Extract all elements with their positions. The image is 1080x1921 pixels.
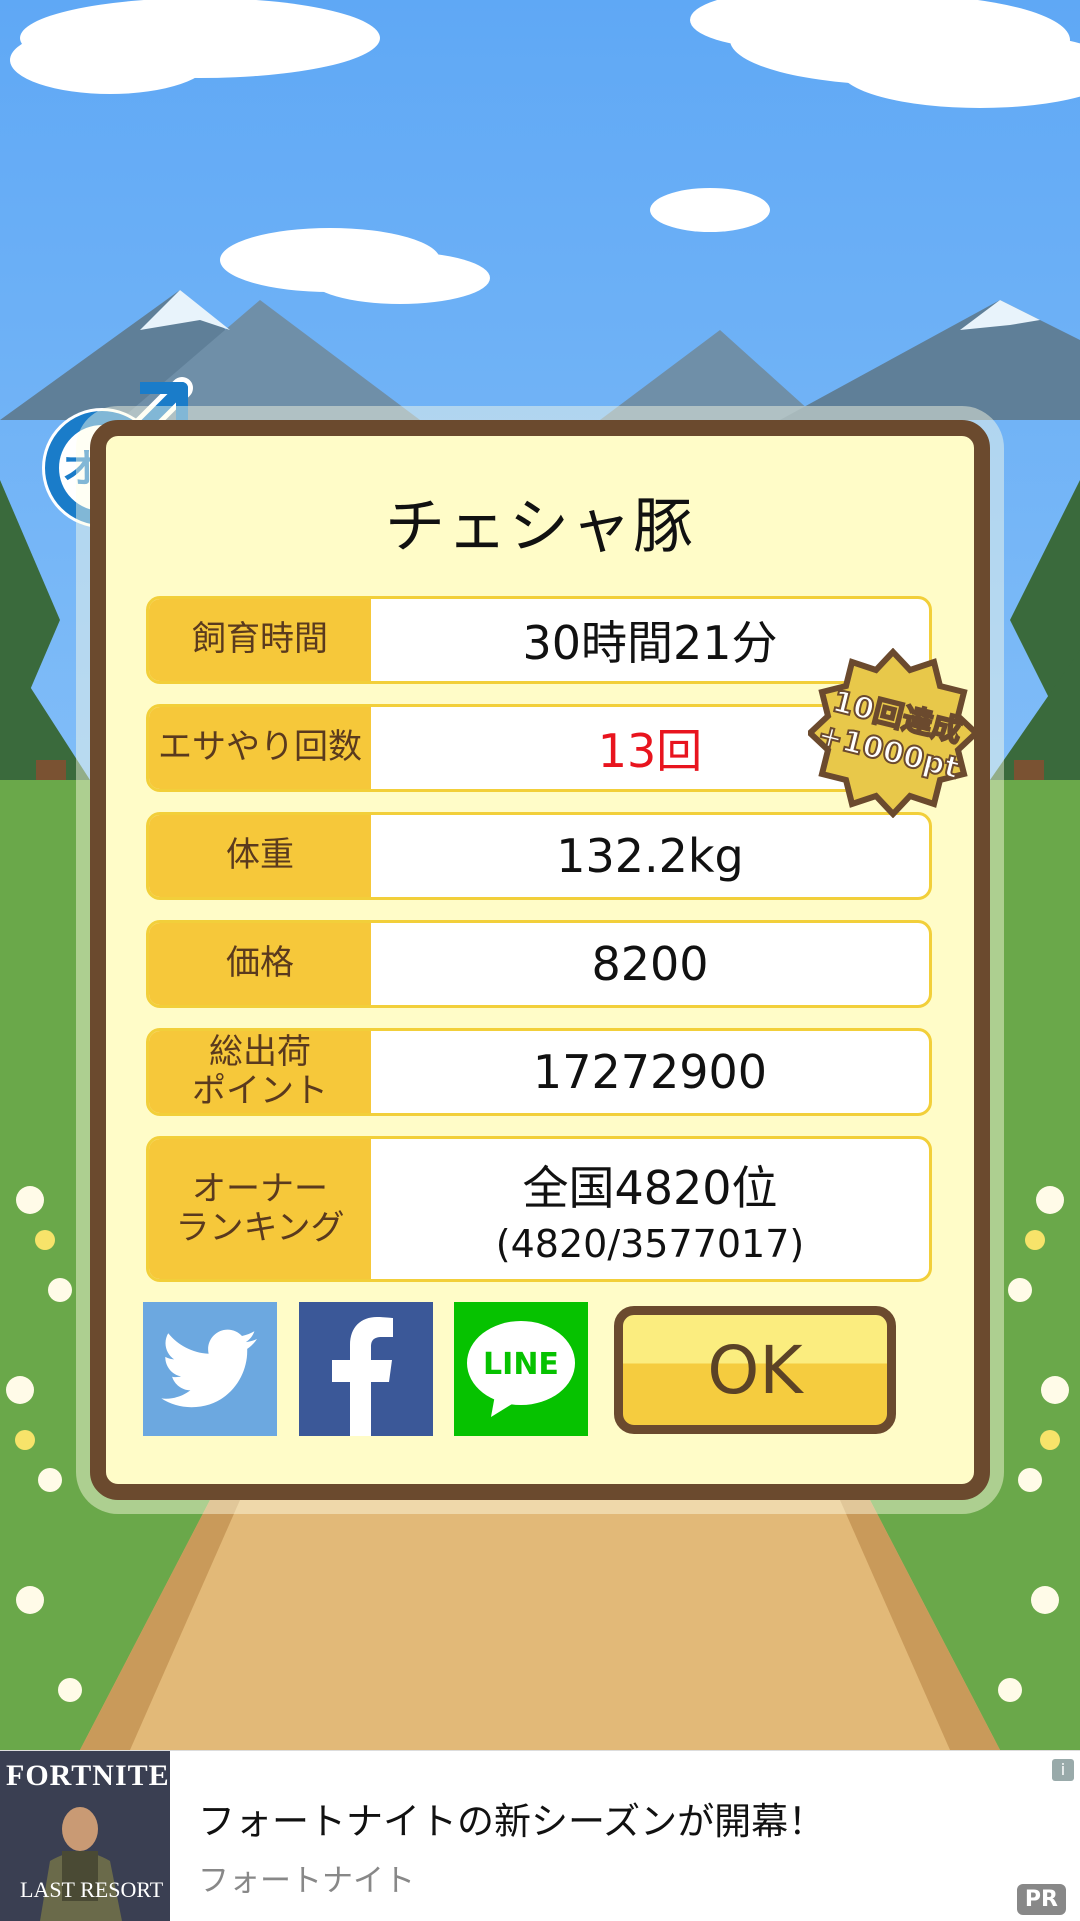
stat-value: 30時間21分 (522, 616, 778, 670)
ok-button[interactable]: OK (614, 1306, 896, 1434)
facebook-share-button[interactable] (299, 1302, 433, 1436)
twitter-bird-icon (161, 1329, 257, 1408)
achievement-badge: 10回達成 +1000pt (805, 647, 981, 819)
stat-label: 飼育時間 (149, 599, 371, 681)
line-share-button[interactable]: LINE (454, 1302, 588, 1436)
stat-value: 全国4820位 (522, 1161, 778, 1215)
line-label: LINE (483, 1347, 559, 1382)
facebook-f-icon (332, 1317, 393, 1436)
stat-row-weight: 体重 132.2kg (146, 812, 932, 900)
ad-banner[interactable]: FORTNITE LAST RESORT フォートナイトの新シーズンが開幕！ フ… (0, 1750, 1080, 1921)
stat-value: 8200 (591, 937, 709, 991)
ad-info-icon[interactable]: i (1052, 1759, 1074, 1781)
ad-headline[interactable]: フォートナイトの新シーズンが開幕！ (198, 1791, 825, 1845)
stat-label: 総出荷 ポイント (149, 1031, 371, 1113)
twitter-share-button[interactable] (143, 1302, 277, 1436)
line-icon: LINE (467, 1321, 575, 1417)
stat-value: 13回 (597, 724, 703, 778)
ad-pr-badge: PR (1016, 1884, 1066, 1915)
stat-label: オーナー ランキング (149, 1139, 371, 1279)
stat-label: エサやり回数 (149, 707, 371, 789)
stat-row-price: 価格 8200 (146, 920, 932, 1008)
stat-label: 体重 (149, 815, 371, 897)
stat-label: 価格 (149, 923, 371, 1005)
stat-subvalue: (4820/3577017) (495, 1222, 805, 1266)
ad-thumb-caption: LAST RESORT (20, 1877, 164, 1902)
ad-sponsor: フォートナイト (198, 1863, 415, 1899)
pig-name-title: チェシャ豚 (385, 492, 695, 562)
stat-value: 132.2kg (556, 829, 744, 883)
stat-row-total-shipping-points: 総出荷 ポイント 17272900 (146, 1028, 932, 1116)
ad-thumbnail[interactable]: FORTNITE LAST RESORT (0, 1751, 170, 1921)
stat-value: 17272900 (532, 1045, 768, 1099)
stat-row-owner-ranking: オーナー ランキング 全国4820位 (4820/3577017) (146, 1136, 932, 1282)
